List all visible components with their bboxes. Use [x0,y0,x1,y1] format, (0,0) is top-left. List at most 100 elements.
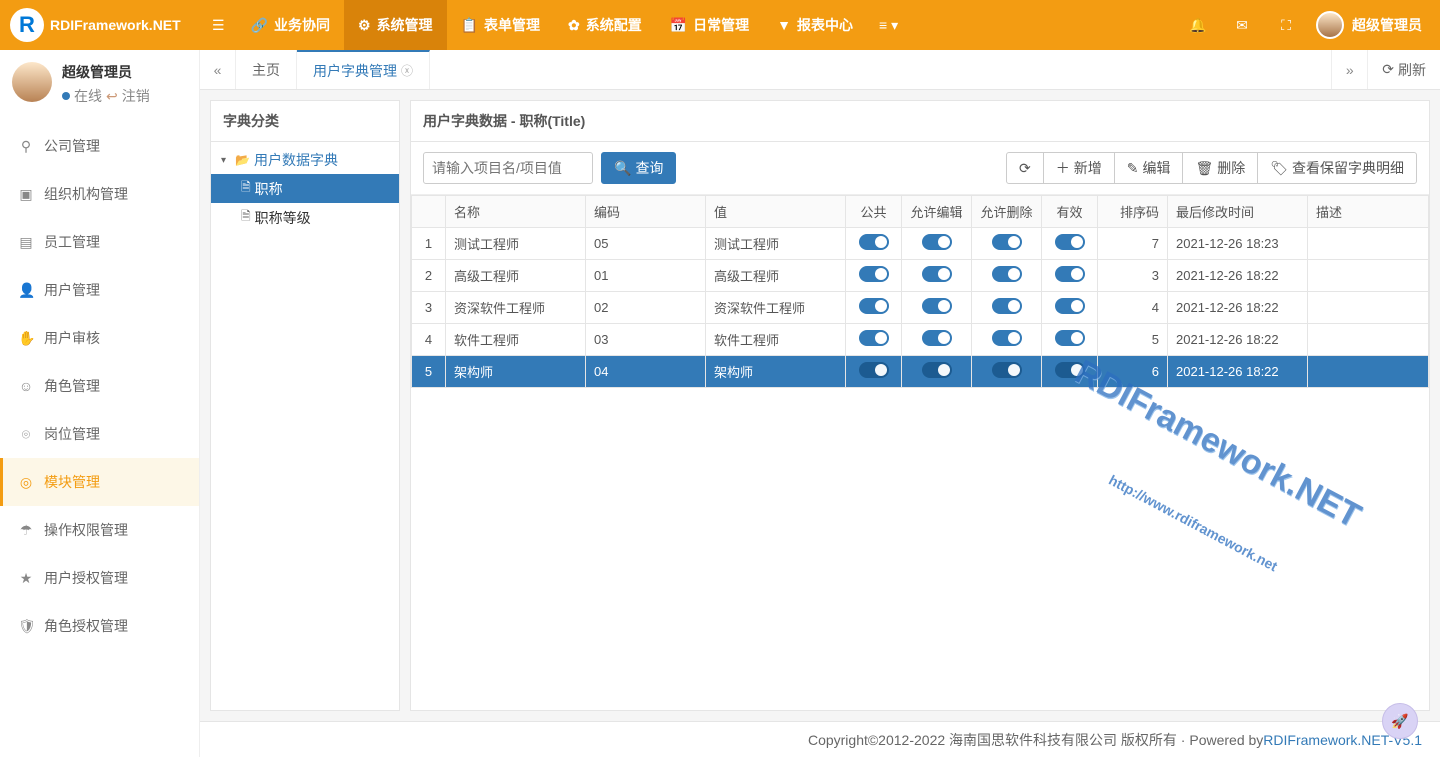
sidebar-item-6[interactable]: ⌾岗位管理 [0,410,199,458]
delete-button[interactable]: 🗑删除 [1182,152,1258,184]
sidebar-item-2[interactable]: ▤员工管理 [0,218,199,266]
toggle-switch[interactable] [922,330,952,346]
tabs-scroll-right-button[interactable]: » [1331,50,1367,89]
nav-item-0[interactable]: 🔗业务协同 [237,0,344,50]
cell-index: 2 [412,260,446,292]
refresh-icon: ⟳ [1382,61,1394,78]
toggle-switch[interactable] [992,234,1022,250]
folder-open-icon: 📂 [235,153,250,167]
col-sort[interactable]: 排序码 [1098,196,1168,228]
table-row[interactable]: 1测试工程师05测试工程师72021-12-26 18:23 [412,228,1429,260]
sidebar-item-5[interactable]: ☺角色管理 [0,362,199,410]
detail-button[interactable]: 🏷查看保留字典明细 [1257,152,1417,184]
user-menu[interactable]: 超级管理员 [1308,11,1440,39]
cell-index: 1 [412,228,446,260]
nav-label: 系统管理 [377,15,433,35]
expand-icon: ⛶ [1281,17,1291,34]
col-allow-del[interactable]: 允许删除 [972,196,1042,228]
col-allow-edit[interactable]: 允许编辑 [902,196,972,228]
messages-button[interactable]: ✉ [1220,0,1264,50]
cell-sort: 4 [1098,292,1168,324]
toggle-switch[interactable] [1055,298,1085,314]
table-row[interactable]: 4软件工程师03软件工程师52021-12-26 18:22 [412,324,1429,356]
query-button[interactable]: 🔍 查询 [601,152,676,184]
sidebar-item-4[interactable]: ✋用户审核 [0,314,199,362]
toggle-switch[interactable] [992,362,1022,378]
brand-logo[interactable]: R RDIFramework.NET [0,8,200,42]
toggle-switch[interactable] [859,234,889,250]
cell-sort: 5 [1098,324,1168,356]
col-public[interactable]: 公共 [846,196,902,228]
toggle-switch[interactable] [859,330,889,346]
col-valid[interactable]: 有效 [1042,196,1098,228]
nav-more-button[interactable]: ≡ ▾ [867,0,910,50]
sidebar-item-7[interactable]: ◎模块管理 [0,458,199,506]
col-code[interactable]: 编码 [586,196,706,228]
sidebar-item-10[interactable]: 🛡角色授权管理 [0,602,199,650]
menu-item-label: 组织机构管理 [44,184,128,204]
brand-text: RDIFramework.NET [50,17,181,33]
toggle-switch[interactable] [859,298,889,314]
toggle-switch[interactable] [859,362,889,378]
logout-link[interactable]: 注销 [122,86,150,106]
nav-item-2[interactable]: 📋表单管理 [447,0,554,50]
nav-label: 日常管理 [693,15,749,35]
sidebar-item-3[interactable]: 👤用户管理 [0,266,199,314]
query-button-label: 查询 [635,158,663,178]
notifications-button[interactable]: 🔔 [1176,0,1220,50]
nav-item-1[interactable]: ⚙系统管理 [344,0,447,50]
tab-close-icon[interactable]: ⓧ [401,62,413,79]
toggle-switch[interactable] [992,298,1022,314]
sidebar-item-1[interactable]: ▣组织机构管理 [0,170,199,218]
menu-item-icon: ★ [18,570,34,587]
sidebar-item-0[interactable]: ⚲公司管理 [0,122,199,170]
tree-node-level[interactable]: 🗎 职称等级 [211,203,399,232]
tab-home[interactable]: 主页 [236,50,297,89]
tree-root[interactable]: ▾ 📂 用户数据字典 [211,146,399,174]
toggle-switch[interactable] [922,266,952,282]
col-name[interactable]: 名称 [446,196,586,228]
sidebar-item-9[interactable]: ★用户授权管理 [0,554,199,602]
refresh-button[interactable]: ⟳刷新 [1367,50,1440,89]
fullscreen-button[interactable]: ⛶ [1264,0,1308,50]
nav-icon: 📅 [670,17,687,34]
toggle-switch[interactable] [992,266,1022,282]
col-value[interactable]: 值 [706,196,846,228]
toggle-switch[interactable] [859,266,889,282]
col-desc[interactable]: 描述 [1308,196,1429,228]
toggle-switch[interactable] [1055,266,1085,282]
scroll-top-button[interactable]: 🚀 [1382,703,1418,739]
menu-toggle-button[interactable]: ☰ [200,0,237,50]
table-row[interactable]: 2高级工程师01高级工程师32021-12-26 18:22 [412,260,1429,292]
reload-button[interactable]: ⟳ [1006,152,1044,184]
toggle-switch[interactable] [922,234,952,250]
table-row[interactable]: 5架构师04架构师62021-12-26 18:22 [412,356,1429,388]
toggle-switch[interactable] [1055,362,1085,378]
nav-item-5[interactable]: ▼报表中心 [763,0,867,50]
cell-index: 5 [412,356,446,388]
menu-item-icon: ☺ [18,378,34,394]
tree-node-title[interactable]: 🗎 职称 [211,174,399,203]
nav-item-4[interactable]: 📅 日常管理 [656,0,763,50]
toggle-switch[interactable] [922,298,952,314]
sidebar-item-8[interactable]: ☂操作权限管理 [0,506,199,554]
col-mtime[interactable]: 最后修改时间 [1168,196,1308,228]
toggle-switch[interactable] [992,330,1022,346]
file-icon: 🗎 [241,207,251,228]
nav-label: 表单管理 [484,15,540,35]
tabs-scroll-left-button[interactable]: « [200,50,236,89]
table-row[interactable]: 3资深软件工程师02资深软件工程师42021-12-26 18:22 [412,292,1429,324]
toggle-switch[interactable] [922,362,952,378]
toggle-switch[interactable] [1055,234,1085,250]
tab-current[interactable]: 用户字典管理 ⓧ [297,50,430,89]
edit-button[interactable]: ✎编辑 [1114,152,1184,184]
menu-item-icon: ⌾ [18,426,34,443]
tab-bar: « 主页 用户字典管理 ⓧ » ⟳刷新 [200,50,1440,90]
search-input[interactable] [423,152,593,184]
add-button[interactable]: ＋新增 [1043,152,1115,184]
nav-item-3[interactable]: ✿系统配置 [554,0,656,50]
data-panel: 用户字典数据 - 职称(Title) 🔍 查询 ⟳ ＋新增 ✎编辑 🗑删除 🏷查… [410,100,1430,711]
toggle-switch[interactable] [1055,330,1085,346]
cell-value: 测试工程师 [706,228,846,260]
pencil-icon: ✎ [1127,160,1139,177]
